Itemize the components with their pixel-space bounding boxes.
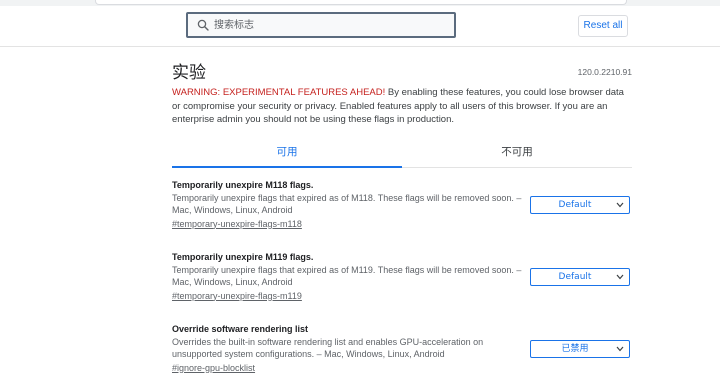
chevron-down-icon [616,346,624,351]
experiment-description: Temporarily unexpire flags that expired … [172,264,522,288]
title-row: 实验 120.0.2210.91 [172,46,632,83]
browser-tab-edge [95,0,627,5]
tab-bar: 可用 不可用 [172,141,632,169]
search-icon [197,19,209,31]
chevron-down-icon [616,274,624,279]
experiment-title: Temporarily unexpire M118 flags. [172,179,314,190]
experiment-permalink[interactable]: #temporary-unexpire-flags-m118 [172,219,302,229]
version-number: 120.0.2210.91 [577,67,632,77]
chevron-down-icon [616,202,624,207]
page-title: 实验 [172,63,206,83]
reset-all-button[interactable]: Reset all [578,15,628,37]
experiment-state-select[interactable]: Default [530,195,630,214]
warning-text: WARNING: EXPERIMENTAL FEATURES AHEAD! By… [172,86,632,127]
experiment-state-select[interactable]: Default [530,267,630,286]
tab-available[interactable]: 可用 [172,141,402,167]
experiment-permalink[interactable]: #ignore-gpu-blocklist [172,363,255,373]
tab-unavailable[interactable]: 不可用 [402,141,632,167]
experiment-title: Temporarily unexpire M119 flags. [172,251,314,262]
warning-heading: WARNING: EXPERIMENTAL FEATURES AHEAD! [172,87,386,98]
search-input[interactable] [214,16,449,34]
experiment-title: Override software rendering list [172,323,309,334]
experiment-permalink[interactable]: #temporary-unexpire-flags-m119 [172,291,302,301]
experiment-item: Override software rendering list Overrid… [172,313,632,380]
experiment-item: Temporarily unexpire M118 flags. Tempora… [172,169,632,241]
active-tab-indicator [172,165,402,168]
search-field[interactable] [186,12,456,38]
select-value: Default [558,271,592,282]
experiment-description: Overrides the built-in software renderin… [172,336,484,360]
experiment-item: Temporarily unexpire M119 flags. Tempora… [172,241,632,313]
main-content: 实验 120.0.2210.91 WARNING: EXPERIMENTAL F… [172,46,632,380]
experiment-state-select[interactable]: 已禁用 [530,339,630,358]
select-value: 已禁用 [561,343,589,354]
select-value: Default [558,199,592,210]
header-bar: Reset all [0,6,720,47]
experiment-description: Temporarily unexpire flags that expired … [172,192,522,216]
flags-page: Reset all 实验 120.0.2210.91 WARNING: EXPE… [0,0,720,380]
